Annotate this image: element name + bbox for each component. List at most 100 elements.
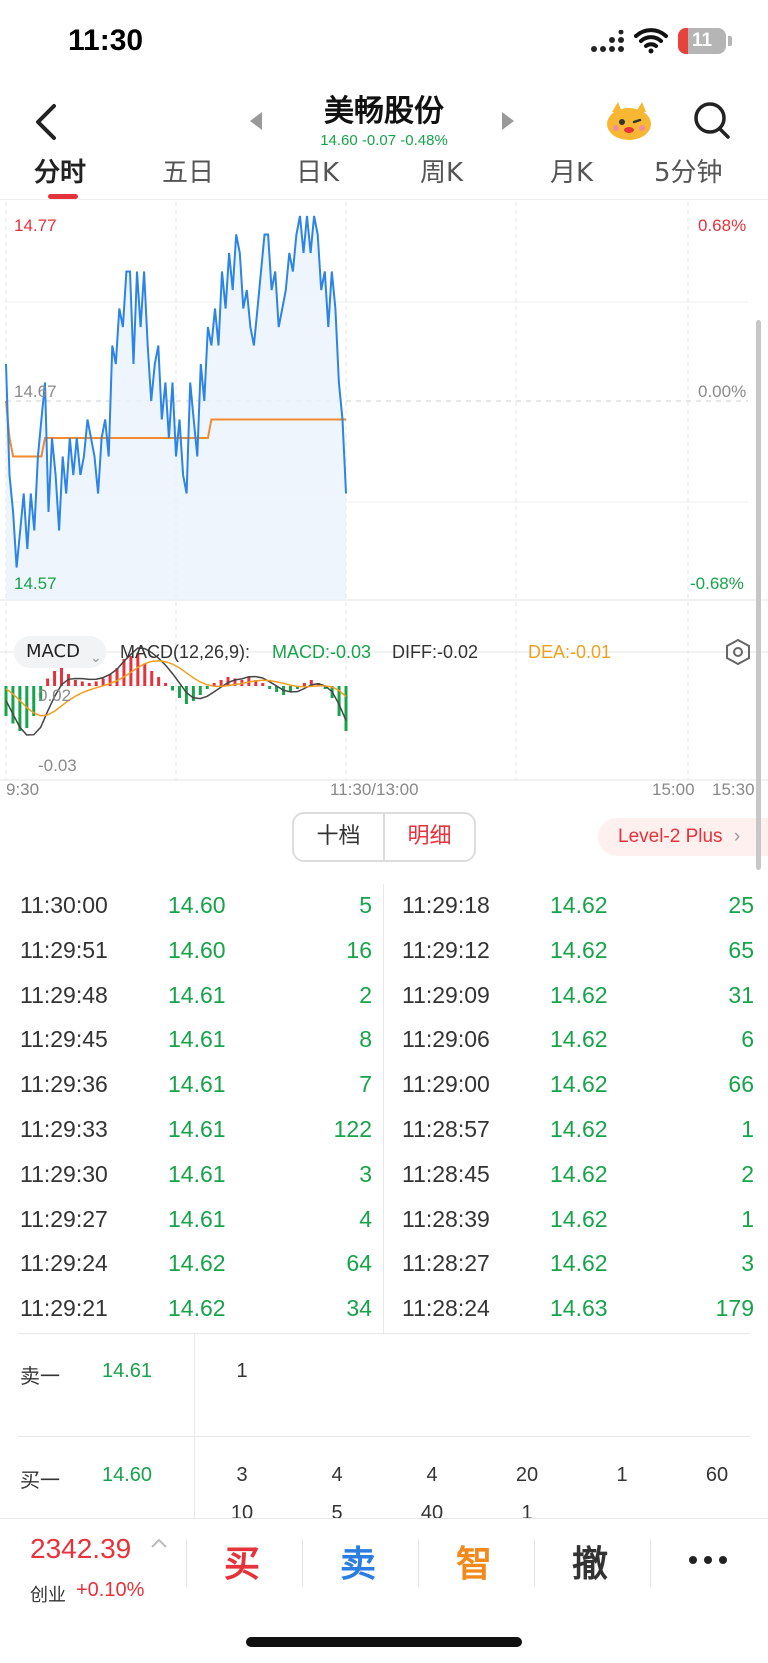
macd-bar	[344, 686, 348, 731]
order-book: 卖一 14.61 1 买一 14.60 3 4 4 20 1 60 10 5 40 1	[0, 1334, 768, 1518]
trade-volume: 4	[359, 1205, 372, 1232]
trade-row: 11:29:45 14.61 8	[20, 1018, 380, 1063]
trade-price: 14.62	[550, 1071, 608, 1098]
intraday-chart[interactable]: 14.77 14.67 14.57 0.68% 0.00% -0.68% 0.0…	[0, 200, 768, 810]
macd-bar	[191, 686, 195, 701]
sell-button[interactable]: 卖	[318, 1535, 398, 1587]
trade-price: 14.62	[168, 1250, 226, 1277]
macd-bar	[268, 686, 272, 689]
tab-intraday[interactable]: 分时	[34, 152, 86, 189]
order-qty: 4	[331, 1464, 343, 1486]
more-icon[interactable]	[688, 1555, 728, 1565]
buy-one-price: 14.60	[102, 1464, 153, 1486]
time-axis: 9:30 11:30/13:00 15:00 15:30	[0, 780, 768, 804]
trade-price: 14.61	[168, 1026, 226, 1053]
bottom-separator	[534, 1539, 535, 1587]
smart-button[interactable]: 智	[434, 1535, 514, 1587]
trade-row: 11:28:57 14.62 1	[402, 1108, 762, 1153]
price-mid-label: 14.67	[14, 382, 57, 401]
chevron-down-icon: ⌄	[90, 650, 102, 666]
settings-icon[interactable]	[724, 638, 752, 666]
trade-price: 14.60	[168, 892, 226, 918]
tab-five-minute[interactable]: 5分钟	[654, 152, 723, 189]
macd-bar	[177, 686, 181, 698]
order-qty: 60	[705, 1464, 729, 1486]
tab-daily-k[interactable]: 日K	[296, 152, 339, 189]
trade-time: 11:29:36	[20, 1071, 108, 1098]
trade-row: 11:29:33 14.61 122	[20, 1108, 380, 1153]
time-mid: 11:30/13:00	[330, 780, 419, 799]
macd-bar	[302, 683, 306, 686]
trade-row: 11:30:00 14.60 5	[20, 884, 380, 929]
trade-time: 11:29:33	[20, 1116, 108, 1142]
chevron-up-icon[interactable]	[150, 1537, 168, 1549]
index-value[interactable]: 2342.39	[30, 1533, 131, 1565]
trade-row: 11:29:27 14.61 4	[20, 1198, 380, 1243]
trade-volume: 3	[741, 1250, 754, 1277]
trade-row: 11:29:24 14.62 64	[20, 1242, 380, 1287]
macd-low-label: -0.03	[38, 756, 77, 775]
tab-weekly-k[interactable]: 周K	[420, 152, 463, 189]
order-qty: 3	[236, 1464, 248, 1486]
cancel-order-button[interactable]: 撤	[550, 1535, 630, 1587]
trade-row: 11:29:21 14.62 34	[20, 1287, 380, 1332]
price-area	[6, 216, 346, 600]
wifi-icon	[634, 28, 668, 54]
level2-label: Level-2 Plus	[618, 826, 723, 847]
trade-volume: 7	[359, 1071, 372, 1098]
macd-bar	[205, 686, 209, 689]
order-qty: 10	[230, 1502, 254, 1518]
trade-time: 11:28:45	[402, 1160, 490, 1187]
trade-time: 11:29:18	[402, 892, 490, 918]
sell-one-price: 14.61	[102, 1360, 153, 1382]
trade-time: 11:28:27	[402, 1250, 490, 1277]
level2-plus-button[interactable]: Level-2 Plus ›	[598, 818, 768, 856]
time-start: 9:30	[6, 780, 40, 799]
trade-price: 14.60	[168, 936, 226, 963]
trade-price: 14.63	[550, 1295, 608, 1322]
search-icon[interactable]	[692, 98, 732, 142]
trade-volume: 16	[346, 936, 372, 963]
bottom-separator	[186, 1539, 187, 1587]
trade-row: 11:29:51 14.60 16	[20, 929, 380, 974]
next-stock-icon[interactable]	[500, 110, 516, 132]
trade-price: 14.61	[168, 1160, 226, 1187]
chart-tabs: 分时 五日 日K 周K 月K 5分钟	[0, 148, 768, 200]
cellular-signal-icon	[591, 30, 624, 52]
previous-stock-icon[interactable]	[248, 110, 264, 132]
active-tab-underline	[48, 194, 78, 199]
price-high-label: 14.77	[14, 216, 57, 235]
trade-row: 11:28:24 14.63 179	[402, 1287, 762, 1332]
tab-monthly-k[interactable]: 月K	[550, 152, 593, 189]
trade-time: 11:29:00	[402, 1071, 490, 1098]
buy-button[interactable]: 买	[202, 1535, 282, 1587]
trade-price: 14.62	[550, 1250, 608, 1277]
home-indicator[interactable]	[246, 1637, 522, 1647]
trade-price: 14.62	[550, 892, 608, 918]
trade-volume: 6	[741, 1026, 754, 1053]
trade-price: 14.61	[168, 1071, 226, 1098]
trade-time: 11:29:27	[20, 1205, 108, 1232]
trade-price: 14.61	[168, 1116, 226, 1142]
trade-row: 11:29:36 14.61 7	[20, 1063, 380, 1108]
scrollbar[interactable]	[756, 320, 761, 870]
order-qty: 20	[515, 1464, 539, 1486]
ten-level-tab[interactable]: 十档	[294, 814, 385, 860]
trade-volume: 2	[741, 1160, 754, 1187]
back-icon[interactable]	[28, 100, 68, 144]
tab-five-day[interactable]: 五日	[162, 152, 214, 189]
trade-volume: 8	[359, 1026, 372, 1053]
indicator-selector[interactable]: MACD ⌄	[14, 636, 106, 668]
trade-volume: 31	[728, 981, 754, 1008]
trade-row: 11:29:12 14.62 65	[402, 929, 762, 974]
macd-params: MACD(12,26,9):	[120, 642, 251, 662]
detail-tab[interactable]: 明细	[385, 814, 474, 860]
mascot-icon[interactable]	[604, 98, 654, 142]
bottom-separator	[302, 1539, 303, 1587]
trade-price: 14.62	[168, 1295, 226, 1322]
order-qty: 1	[236, 1360, 248, 1382]
trade-row: 11:29:06 14.62 6	[402, 1018, 762, 1063]
macd-bar	[157, 677, 161, 686]
trade-time: 11:28:39	[402, 1205, 490, 1232]
trades-divider	[383, 884, 384, 1334]
